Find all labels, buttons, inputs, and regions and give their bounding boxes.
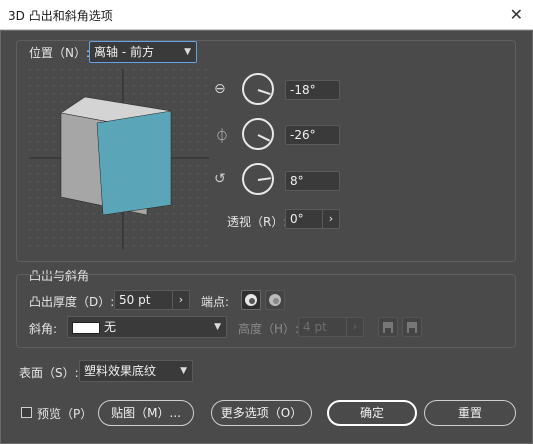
extrude-depth-label: 凸出厚度（D）: bbox=[29, 295, 115, 309]
bevel-out-icon bbox=[383, 322, 393, 333]
z-rotation-field[interactable]: 8° bbox=[285, 171, 340, 191]
extrude-depth-field[interactable]: 50 pt › bbox=[114, 290, 190, 310]
surface-dropdown[interactable]: 塑料效果底纹 ▼ bbox=[79, 360, 193, 382]
cap-label: 端点: bbox=[201, 295, 230, 309]
position-dropdown[interactable]: 离轴 - 前方 ▼ bbox=[89, 41, 197, 63]
chevron-down-icon: ▼ bbox=[184, 47, 191, 57]
z-rotation-value: 8° bbox=[290, 174, 304, 188]
x-rotation-value: -18° bbox=[290, 83, 316, 97]
y-rotation-value: -26° bbox=[290, 128, 316, 142]
chevron-right-icon[interactable]: › bbox=[322, 210, 339, 228]
extrude-depth-value: 50 pt bbox=[119, 293, 151, 307]
bevel-swatch-icon bbox=[72, 321, 100, 334]
surface-label: 表面（S）: bbox=[19, 366, 79, 380]
map-art-button[interactable]: 贴图（M）... bbox=[98, 400, 194, 426]
chevron-down-icon: ▼ bbox=[214, 322, 221, 332]
ok-button[interactable]: 确定 bbox=[327, 400, 417, 426]
x-rotation-field[interactable]: -18° bbox=[285, 80, 340, 100]
bevel-height-field: 4 pt › bbox=[298, 317, 364, 337]
bevel-out-button bbox=[378, 317, 398, 337]
reset-button[interactable]: 重置 bbox=[424, 400, 516, 426]
chevron-right-icon: › bbox=[346, 318, 363, 336]
surface-value: 塑料效果底纹 bbox=[84, 364, 157, 378]
cap-off-icon bbox=[269, 294, 281, 306]
rotation-track-cube[interactable] bbox=[29, 69, 209, 249]
bevel-label: 斜角: bbox=[29, 322, 58, 336]
bevel-height-label: 高度（H）: bbox=[238, 322, 300, 336]
chevron-right-icon[interactable]: › bbox=[172, 291, 189, 309]
z-axis-rotation-icon: ↺ bbox=[214, 171, 226, 187]
perspective-label: 透视（R）: bbox=[227, 215, 288, 229]
y-axis-rotation-icon: ⏀ bbox=[215, 129, 229, 145]
cap-on-icon bbox=[245, 294, 257, 306]
more-options-button[interactable]: 更多选项（O） bbox=[211, 400, 312, 426]
position-selected: 离轴 - 前方 bbox=[94, 45, 154, 59]
y-rotation-dial-hand bbox=[257, 134, 271, 142]
perspective-value: 0° bbox=[290, 212, 304, 226]
bevel-dropdown[interactable]: 无 ▼ bbox=[67, 316, 227, 338]
chevron-down-icon: ▼ bbox=[180, 366, 187, 376]
y-rotation-field[interactable]: -26° bbox=[285, 125, 340, 145]
title-bar: 3D 凸出和斜角选项 ✕ bbox=[0, 0, 533, 30]
preview-checkbox[interactable] bbox=[21, 407, 32, 418]
bevel-in-button bbox=[402, 317, 422, 337]
y-rotation-dial[interactable] bbox=[242, 118, 274, 150]
window-title: 3D 凸出和斜角选项 bbox=[8, 9, 113, 23]
cap-off-button[interactable] bbox=[265, 290, 285, 310]
cap-on-button[interactable] bbox=[241, 290, 261, 310]
bevel-value: 无 bbox=[104, 320, 117, 334]
z-rotation-dial[interactable] bbox=[242, 163, 274, 195]
x-rotation-dial[interactable] bbox=[242, 73, 274, 105]
position-label: 位置（N）: bbox=[29, 46, 91, 60]
x-rotation-dial-hand bbox=[257, 89, 271, 95]
bevel-in-icon bbox=[407, 322, 417, 333]
bevel-height-value: 4 pt bbox=[303, 320, 327, 334]
x-axis-rotation-icon: ⊖ bbox=[214, 81, 226, 97]
close-icon[interactable]: ✕ bbox=[510, 5, 523, 24]
preview-label[interactable]: 预览（P） bbox=[37, 405, 92, 422]
cube-front-face bbox=[96, 110, 172, 216]
dialog-body: 位置（N）: 离轴 - 前方 ▼ ⊖ -18° ⏀ -26° ↺ 8° 透视（R… bbox=[0, 30, 533, 444]
perspective-field[interactable]: 0° › bbox=[285, 209, 340, 229]
z-rotation-dial-hand bbox=[257, 177, 272, 181]
